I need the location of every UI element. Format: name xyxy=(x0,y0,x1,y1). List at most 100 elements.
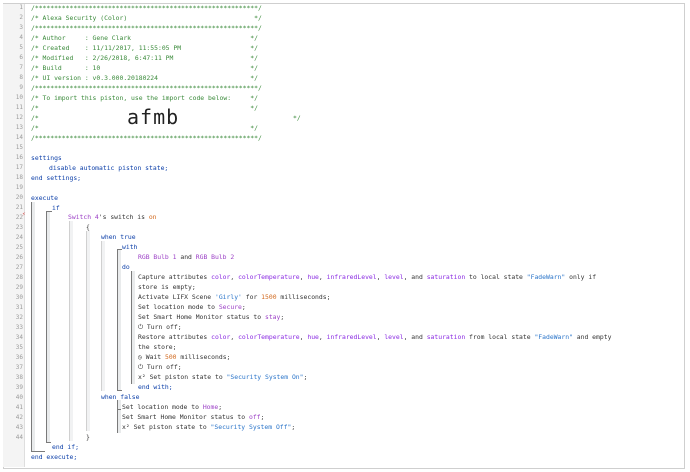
comment-import-instructions: /* To import this piston, use the import… xyxy=(31,94,259,102)
restore-attributes-continued: the store; xyxy=(138,343,177,351)
line-number: 4 xyxy=(19,34,23,41)
end-if-keyword: end if; xyxy=(52,443,79,451)
capture-attributes-statement[interactable]: Capture attributes color, colorTemperatu… xyxy=(138,273,596,281)
line-number: 12 xyxy=(15,114,23,121)
statement-text: Set location mode to xyxy=(122,403,199,411)
line-number: 11 xyxy=(15,104,23,111)
if-keyword[interactable]: if xyxy=(52,204,60,212)
line-number: 42 xyxy=(15,414,23,421)
brace-close: } xyxy=(86,433,90,441)
line-number: 16 xyxy=(15,154,23,161)
settings-keyword[interactable]: settings xyxy=(31,154,62,162)
if-condition[interactable]: Switch 4's switch is on xyxy=(68,213,157,221)
statement-text: from local state xyxy=(469,333,531,341)
condition-device: Switch 4 xyxy=(68,213,99,221)
set-piston-state-statement[interactable]: x² Set piston state to "Security System … xyxy=(138,373,307,381)
line-number: 7 xyxy=(19,64,23,71)
line-number: 39 xyxy=(15,384,23,391)
when-true-keyword[interactable]: when true xyxy=(101,233,136,241)
condition-value: on xyxy=(148,213,157,221)
restore-attributes-statement[interactable]: Restore attributes color, colorTemperatu… xyxy=(138,333,611,341)
when-false-rail xyxy=(117,400,121,433)
device-rgb-bulb-1: RGB Bulb 1 xyxy=(138,253,177,261)
line-number: 32 xyxy=(15,314,23,321)
piston-state-value: "Security System Off" xyxy=(210,423,292,431)
attr-color: color xyxy=(211,333,231,341)
line-number: 18 xyxy=(15,174,23,181)
line-number: 38 xyxy=(15,374,23,381)
line-number: 25 xyxy=(15,244,23,251)
line-number: 41 xyxy=(15,404,23,411)
condition-text: 's switch is xyxy=(98,213,145,221)
mode-value: Secure xyxy=(218,303,242,311)
set-location-mode-statement[interactable]: Set location mode to Secure; xyxy=(138,303,246,311)
line-number: 37 xyxy=(15,364,23,371)
power-icon: ⏻ xyxy=(138,363,144,371)
line-number: 20 xyxy=(15,194,23,201)
with-keyword[interactable]: with xyxy=(122,243,137,251)
attr-hue: hue xyxy=(307,333,319,341)
line-number: 35 xyxy=(15,344,23,351)
variable-icon: x² xyxy=(138,373,146,381)
block-rail-tick xyxy=(46,211,52,212)
attr-hue: hue xyxy=(307,273,319,281)
statement-text: milliseconds; xyxy=(280,293,331,301)
block-rail-tick xyxy=(31,451,45,452)
line-number: 14 xyxy=(15,134,23,141)
line-number: 43 xyxy=(15,424,23,431)
line-number: 33 xyxy=(15,324,23,331)
line-number: 40 xyxy=(15,394,23,401)
turn-off-statement[interactable]: ⏻ Turn off; xyxy=(138,323,182,331)
comment-rule: /***************************************… xyxy=(31,24,262,32)
comment-rule: /***************************************… xyxy=(31,134,262,142)
comment-author: /* Author : Gene Clark */ xyxy=(31,34,259,42)
line-number: 23 xyxy=(15,224,23,231)
local-state-name: "FadeWarn" xyxy=(526,273,566,281)
execute-block-rail xyxy=(31,202,35,452)
end-execute-keyword: end execute; xyxy=(31,453,78,461)
execute-keyword[interactable]: execute xyxy=(31,194,58,202)
line-number: 5 xyxy=(19,44,23,51)
shm-value: stay xyxy=(264,313,281,321)
attr-colortemperature: colorTemperature xyxy=(238,273,300,281)
block-rail-tick xyxy=(117,409,121,410)
power-icon: ⏻ xyxy=(138,323,144,331)
set-piston-state-statement[interactable]: x² Set piston state to "Security System … xyxy=(122,423,295,431)
condition-rail xyxy=(69,221,73,441)
mode-value: Home xyxy=(202,403,219,411)
line-number: 1 xyxy=(19,4,23,11)
line-number: 29 xyxy=(15,284,23,291)
line-number: 9 xyxy=(19,84,23,91)
attr-level: level xyxy=(384,333,404,341)
set-shm-status-statement[interactable]: Set Smart Home Monitor status to off; xyxy=(122,413,264,421)
comment-import-left: /* xyxy=(31,114,39,122)
with-devices[interactable]: RGB Bulb 1 and RGB Bulb 2 xyxy=(138,253,234,261)
local-state-name: "FadeWarn" xyxy=(534,333,573,341)
comment-modified: /* Modified : 2/26/2018, 6:47:11 PM */ xyxy=(31,54,259,62)
attr-infraredlevel: infraredLevel xyxy=(326,273,377,281)
line-number: 31 xyxy=(15,304,23,311)
attr-saturation: saturation xyxy=(426,333,466,341)
wait-statement[interactable]: ◷ Wait 500 milliseconds; xyxy=(138,353,230,361)
end-settings-keyword: end settings; xyxy=(31,174,82,182)
set-shm-status-statement[interactable]: Set Smart Home Monitor status to stay; xyxy=(138,313,284,321)
piston-state-value: "Security System On" xyxy=(226,373,304,381)
line-number: 8 xyxy=(19,74,23,81)
device-rgb-bulb-2: RGB Bulb 2 xyxy=(195,253,235,261)
statement-text: Set piston state to xyxy=(149,373,223,381)
statement-text: and empty xyxy=(576,333,612,341)
end-with-keyword: end with; xyxy=(138,383,173,391)
statement-text: Set piston state to xyxy=(133,423,207,431)
with-block-rail xyxy=(117,250,121,391)
set-location-mode-statement[interactable]: Set location mode to Home; xyxy=(122,403,222,411)
line-number: 19 xyxy=(15,184,23,191)
settings-item[interactable]: disable automatic piston state; xyxy=(49,164,168,172)
brace-open: { xyxy=(86,223,90,231)
block-rail-tick xyxy=(117,249,122,250)
trigger-lightning-icon: ⚡ xyxy=(22,211,26,218)
line-number: 27 xyxy=(15,264,23,271)
turn-off-statement[interactable]: ⏻ Turn off; xyxy=(138,363,182,371)
line-number: 28 xyxy=(15,274,23,281)
activate-scene-statement[interactable]: Activate LIFX Scene 'Girly' for 1500 mil… xyxy=(138,293,330,301)
block-rail-tick xyxy=(46,442,51,443)
